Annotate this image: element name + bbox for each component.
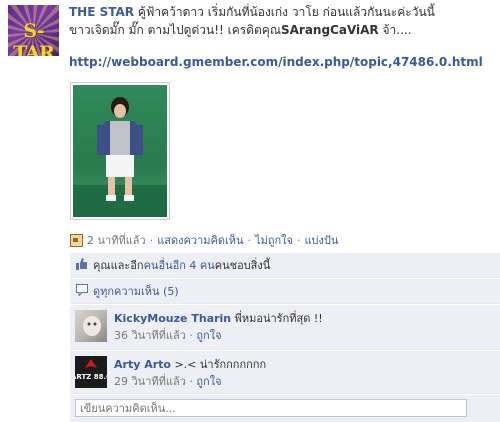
post-message: THE STAR คู้ฟ้าคว้าดาว เริ่มกันที่น้องเก… <box>69 3 489 39</box>
meta-separator: · <box>296 233 301 247</box>
comment-like-link[interactable]: ถูกใจ <box>196 329 221 342</box>
post-text-line2a: ขาวเจิดมั๊ก มั๊ก ตามไปดูด่วน!! เครดิตคุณ <box>69 23 281 37</box>
commenter-avatar[interactable] <box>75 310 107 342</box>
unlike-link[interactable]: ไม่ถูกใจ <box>255 231 293 249</box>
post-meta: 2 นาทีที่แล้ว · แสดงความคิดเห็น · ไม่ถูก… <box>70 231 490 249</box>
post-text-line1: คู้ฟ้าคว้าดาว เริ่มกันที่น้องเก่ง วาโย ก… <box>134 5 435 19</box>
post-author-link[interactable]: THE STAR <box>69 5 134 19</box>
view-all-comments-bar[interactable]: ดูทุกความเห็น (5) <box>70 279 500 304</box>
likes-others-link[interactable]: คนอื่นอีก 4 คน <box>144 259 215 272</box>
comment-item: ARTZ 88.0 Arty Arto >.< น่ารักกกกกกก 29 … <box>70 351 500 394</box>
post-url-link[interactable]: http://webboard.gmember.com/index.php/to… <box>69 55 489 69</box>
view-all-comments-link[interactable]: ดูทุกความเห็น (5) <box>93 282 179 300</box>
comment-link[interactable]: แสดงความคิดเห็น <box>157 231 243 249</box>
commenter-avatar-text: ARTZ 88.0 <box>75 373 107 381</box>
share-link[interactable]: แบ่งปัน <box>304 231 338 249</box>
comment-time[interactable]: 36 วินาทีที่แล้ว <box>114 329 186 342</box>
comment-time[interactable]: 29 วินาทีที่แล้ว <box>114 375 186 388</box>
status-icon <box>70 233 83 247</box>
post-photo[interactable] <box>70 82 170 220</box>
photo-image <box>73 85 167 217</box>
thumbs-up-icon <box>76 257 88 273</box>
comment-item: KickyMouze Tharin พี่หมอน่ารักที่สุด !! … <box>70 305 500 350</box>
post-time[interactable]: 2 นาทีที่แล้ว <box>87 231 146 249</box>
meta-separator: · <box>149 233 154 247</box>
post-credit-name: SArangCaViAR <box>280 23 379 37</box>
meta-separator: · <box>247 233 252 247</box>
avatar-logo-text: S-TAR <box>13 20 55 56</box>
likes-prefix: คุณและอีก <box>93 259 144 272</box>
write-comment-area <box>70 395 500 422</box>
write-comment-input[interactable] <box>75 399 467 417</box>
post-text-line2c: จ้า.... <box>378 23 412 37</box>
page-avatar[interactable]: S-TAR <box>8 5 59 56</box>
likes-bar: คุณและอีกคนอื่นอีก 4 คนคนชอบสิ่งนี้ <box>70 253 500 278</box>
comment-like-link[interactable]: ถูกใจ <box>196 375 221 388</box>
comment-text: พี่หมอน่ารักที่สุด !! <box>231 312 323 325</box>
photo-figure <box>73 97 167 217</box>
likes-suffix: คนชอบสิ่งนี้ <box>214 259 271 272</box>
commenter-name-link[interactable]: KickyMouze Tharin <box>114 312 231 325</box>
commenter-avatar[interactable]: ARTZ 88.0 <box>71 356 111 388</box>
comment-bubble-icon <box>76 283 88 299</box>
commenter-name-link[interactable]: Arty Arto <box>114 358 171 371</box>
comment-text: >.< น่ารักกกกกกก <box>170 358 267 371</box>
